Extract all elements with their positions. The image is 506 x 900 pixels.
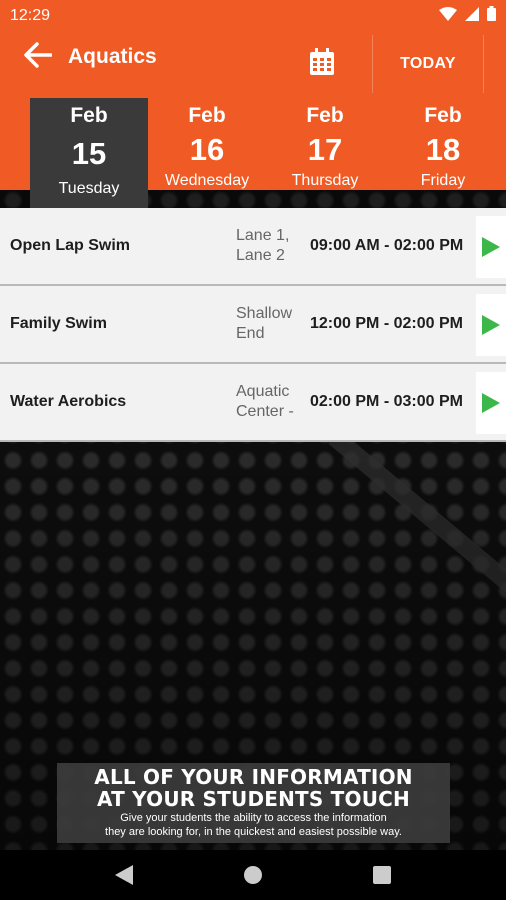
promo-banner: ALL OF YOUR INFORMATION AT YOUR STUDENTS… (57, 763, 450, 843)
system-nav-bar (0, 850, 506, 900)
triangle-back-icon (115, 865, 134, 885)
promo-headline: AT YOUR STUDENTS TOUCH (97, 787, 410, 811)
today-button[interactable]: TODAY (373, 39, 483, 89)
square-recents-icon (372, 866, 391, 884)
date-month: Feb (306, 104, 344, 127)
event-location: Shallow End (236, 305, 293, 342)
event-row[interactable]: Open Lap Swim Lane 1, Lane 2 09:00 AM - … (0, 208, 506, 286)
date-weekday: Tuesday (58, 180, 120, 197)
calendar-button[interactable] (296, 39, 348, 89)
event-play-button[interactable] (476, 216, 506, 278)
promo-subtext: Give your students the ability to access… (120, 812, 387, 824)
event-time: 02:00 PM - 03:00 PM (310, 393, 463, 410)
date-item[interactable]: Feb 16 Wednesday (148, 98, 266, 208)
circle-home-icon (243, 866, 262, 884)
date-day: 15 (71, 136, 107, 171)
event-time: 12:00 PM - 02:00 PM (310, 315, 463, 332)
status-time: 12:29 (10, 7, 51, 24)
status-icons (439, 6, 496, 26)
event-play-button[interactable] (476, 294, 506, 356)
play-icon (482, 393, 500, 413)
event-location: Lane 1, Lane 2 (236, 227, 290, 264)
date-weekday: Wednesday (164, 172, 250, 189)
play-icon (482, 315, 500, 335)
event-time: 09:00 AM - 02:00 PM (310, 237, 464, 254)
event-name: Family Swim (10, 315, 107, 332)
event-location: Aquatic Center - (236, 383, 294, 420)
date-day: 17 (307, 132, 343, 167)
play-icon (482, 237, 500, 257)
date-item[interactable]: Feb 18 Friday (384, 98, 502, 208)
app-bar: Aquatics TODAY (0, 32, 506, 93)
event-list: Open Lap Swim Lane 1, Lane 2 09:00 AM - … (0, 208, 506, 442)
date-weekday: Thursday (291, 172, 359, 189)
nav-home-button[interactable] (233, 855, 273, 895)
event-name: Water Aerobics (10, 393, 127, 410)
battery-icon (487, 6, 496, 26)
event-row[interactable]: Family Swim Shallow End 12:00 PM - 02:00… (0, 286, 506, 364)
back-button[interactable] (10, 32, 66, 82)
date-weekday: Friday (420, 172, 466, 189)
promo-subtext: they are looking for, in the quickest an… (105, 826, 402, 838)
arrow-left-icon (24, 41, 53, 73)
signal-icon (465, 6, 479, 26)
date-month: Feb (70, 104, 108, 127)
wifi-icon (439, 6, 457, 26)
status-bar: 12:29 (0, 0, 506, 32)
nav-recents-button[interactable] (362, 855, 402, 895)
promo-headline: ALL OF YOUR INFORMATION (94, 765, 413, 789)
date-strip: Feb 15 Tuesday Feb 16 Wednesday Feb 17 T… (0, 98, 506, 276)
date-day: 18 (425, 132, 461, 167)
event-name: Open Lap Swim (10, 237, 131, 254)
page-title: Aquatics (68, 45, 157, 68)
event-row[interactable]: Water Aerobics Aquatic Center - 02:00 PM… (0, 364, 506, 442)
nav-back-button[interactable] (104, 855, 144, 895)
date-month: Feb (424, 104, 462, 127)
date-month: Feb (188, 104, 226, 127)
divider (483, 35, 484, 93)
date-item[interactable]: Feb 17 Thursday (266, 98, 384, 208)
date-item-selected[interactable]: Feb 15 Tuesday (30, 98, 148, 208)
calendar-icon (309, 47, 335, 81)
event-play-button[interactable] (476, 372, 506, 434)
date-day: 16 (189, 132, 225, 167)
